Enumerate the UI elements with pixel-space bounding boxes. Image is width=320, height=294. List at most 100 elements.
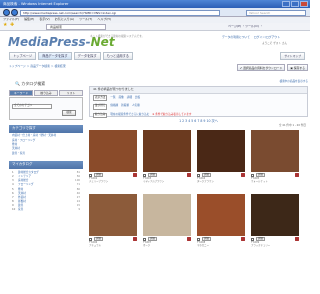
tab-keyword[interactable]: キーワード (9, 89, 33, 96)
product-checkbox[interactable] (89, 237, 92, 241)
search-box: 全てのカテゴリ 検索 (9, 96, 83, 120)
filter-option[interactable]: 価格順 (110, 104, 118, 108)
category-list: 内装材・仕上材・床材・壁材・天井材 床材・フローリング 壁材 天井材 建具・家具 (9, 133, 83, 159)
maximize-button[interactable] (291, 1, 299, 7)
close-button[interactable] (300, 1, 308, 7)
filter-option[interactable]: 人気順 (132, 104, 140, 108)
product-name[interactable]: ダークブラウン (197, 180, 245, 184)
help-link[interactable]: 検索中の商品を表示する (89, 80, 308, 84)
category-item[interactable]: 建具・家具 (12, 152, 80, 156)
product-checkbox[interactable] (251, 173, 254, 177)
product-name[interactable]: ウォールナット (251, 180, 299, 184)
my-catalog-item[interactable]: 10 家具 9 (12, 208, 80, 213)
minimize-button[interactable] (282, 1, 290, 7)
search-button[interactable]: 検索 (62, 109, 76, 116)
main-content: ✔ 選択商品の資料をダウンロード ▣ 保存する 検索中の商品を表示する 41 件… (89, 64, 308, 294)
filter-option[interactable]: 詳細 (127, 96, 132, 100)
filter-option[interactable]: 新着順 (121, 104, 129, 108)
action-row: ✔ 選択商品の資料をダウンロード ▣ 保存する (89, 64, 308, 71)
gnav-data[interactable]: データを探す (73, 52, 101, 60)
breadcrumb[interactable]: トップページ ＞ 商品データ検索 ＞ 検索結果 (9, 64, 66, 68)
filter-label: 絞り込み (93, 112, 108, 119)
favorites-star-icon[interactable]: ★ (3, 22, 7, 29)
product-name[interactable]: ミディアムブラウン (143, 180, 191, 184)
sidebar: 🔍 カタログ検索 キーワード 絞り込み リスト 全てのカテゴリ 検索 カテゴリで… (9, 81, 83, 294)
menu-edit[interactable]: 編集(E) (24, 17, 34, 22)
menu-view[interactable]: 表示(V) (39, 17, 49, 22)
product-name[interactable]: マホガニー (197, 244, 245, 248)
my-catalog-heading: マイカタログ (9, 161, 83, 170)
menu-help[interactable]: ヘルプ(H) (97, 17, 111, 22)
filter-option[interactable]: 比較 (135, 96, 140, 100)
magnifier-icon: 🔍 (15, 81, 20, 86)
product-image[interactable] (89, 193, 137, 236)
page-tools-menu[interactable]: ページ(P) ・ツール(O) ・ (228, 24, 263, 28)
toplink-data-usage[interactable]: データの利用について (222, 35, 250, 39)
logo-main: MediaPress- (8, 35, 91, 49)
cart-icon[interactable] (241, 237, 245, 241)
toplink-login[interactable]: ログイン/ログアウト (254, 35, 280, 39)
product-grid: 詳細 TT-602 チェリーブラウン 詳細 TT-603 ミディアムブラウン 詳細 TT-60… (89, 129, 308, 252)
product-name[interactable]: ナチュラル (89, 244, 137, 248)
product-image[interactable] (251, 129, 299, 172)
gnav-top[interactable]: トップページ (9, 52, 37, 60)
product-image[interactable] (197, 129, 245, 172)
product-name[interactable]: チェリーブラウン (89, 180, 137, 184)
rank-label: フローリング (18, 183, 34, 187)
cart-icon[interactable] (133, 237, 137, 241)
rank-label: 家具 (18, 208, 24, 212)
product-image[interactable] (197, 193, 245, 236)
tab-list[interactable]: リスト (59, 89, 83, 96)
filter-box: 41 件の商品が見つかりました 表示方法 一覧 画像 詳細 比較 並び替え 価格… (89, 85, 308, 119)
filter-row-display: 表示方法 一覧 画像 詳細 比較 (90, 94, 307, 103)
address-bar: http://www.mediapress-net.com/search/?SM… (0, 8, 310, 17)
cart-icon[interactable] (295, 237, 299, 241)
cart-icon[interactable] (241, 173, 245, 177)
gnav-sitemap[interactable]: サイトマップ (280, 52, 305, 60)
menu-tools[interactable]: ツール(T) (79, 17, 92, 22)
save-button[interactable]: ▣ 保存する (287, 64, 308, 71)
product-checkbox[interactable] (143, 173, 146, 177)
url-input[interactable]: http://www.mediapress-net.com/search/?SM… (20, 9, 220, 16)
browser-search-input[interactable]: Yahoo! Search (246, 9, 306, 16)
cart-icon[interactable] (295, 173, 299, 177)
product-image[interactable] (251, 193, 299, 236)
product-checkbox[interactable] (143, 237, 146, 241)
gnav-products[interactable]: 商品データを探す (38, 52, 72, 60)
pagination[interactable]: 1 2 3 4 5 6 7 8 9 10 次へ (89, 119, 308, 124)
browser-tab[interactable]: 商品検索 (46, 24, 106, 30)
pager-row: 1 2 3 4 5 6 7 8 9 10 次へ 全 41 件中 1 - 20 件… (89, 119, 308, 127)
site-tagline: ネット検索ができる建材の検索システムです。 (90, 35, 145, 38)
cart-icon[interactable] (187, 173, 191, 177)
filter-option[interactable]: 画像 (119, 96, 124, 100)
category-heading: カテゴリで探す (9, 124, 83, 133)
add-favorite-icon[interactable]: ✚ (10, 22, 14, 29)
save-label: 保存する (293, 65, 305, 70)
gnav-more[interactable]: もっと活用する (102, 52, 133, 60)
catalog-search-label: カタログ検索 (21, 81, 46, 86)
product-checkbox[interactable] (251, 237, 254, 241)
product-image[interactable] (89, 129, 137, 172)
menu-favorites[interactable]: お気に入り(A) (55, 17, 74, 22)
category-select[interactable]: 全てのカテゴリ (12, 103, 52, 109)
product-image[interactable] (143, 193, 191, 236)
product-checkbox[interactable] (197, 237, 200, 241)
product-checkbox[interactable] (197, 173, 200, 177)
tab-filter[interactable]: 絞り込み (34, 89, 58, 96)
product-name[interactable]: オーク (143, 244, 191, 248)
filter-notice: ※ 条件で絞り込み表示しています (152, 112, 192, 116)
filter-option[interactable]: 現在の検索条件でさらに絞り込む (110, 113, 149, 117)
forward-button[interactable] (11, 9, 18, 16)
filter-label: 表示方法 (93, 95, 108, 102)
product-name[interactable]: ブラックチェリー (251, 244, 299, 248)
back-button[interactable] (3, 9, 10, 16)
download-catalog-button[interactable]: ✔ 選択商品の資料をダウンロード (236, 64, 286, 71)
cart-icon[interactable] (133, 173, 137, 177)
catalog-search-title[interactable]: 🔍 カタログ検索 (9, 81, 83, 88)
filter-option[interactable]: 一覧 (110, 96, 115, 100)
product-card: 詳細 TT-607 オーク (143, 193, 191, 252)
product-card: 詳細 TT-605 ウォールナット (251, 129, 299, 188)
cart-icon[interactable] (187, 237, 191, 241)
product-checkbox[interactable] (89, 173, 92, 177)
product-image[interactable] (143, 129, 191, 172)
